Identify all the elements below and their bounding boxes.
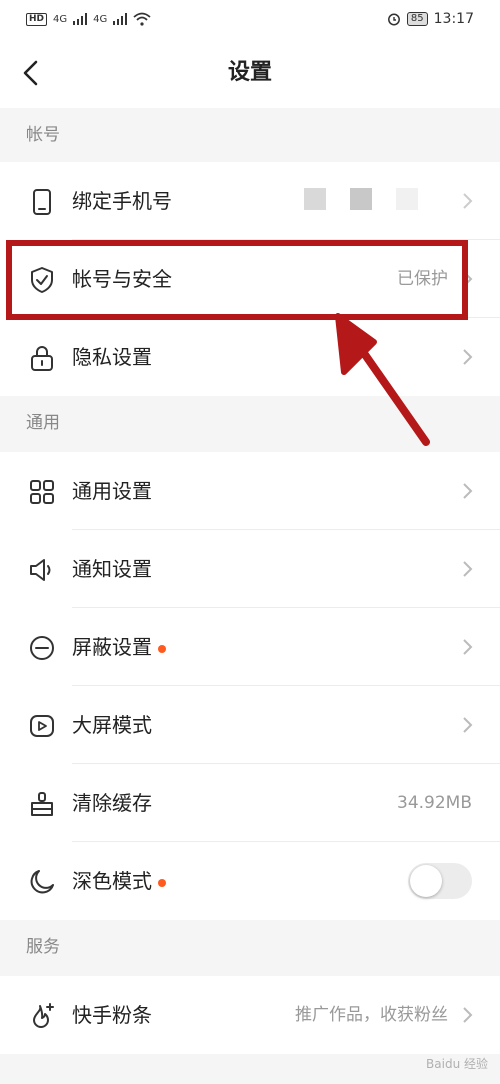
row-label: 屏蔽设置 [72,608,166,686]
chevron-right-icon [463,193,473,209]
signal-icon-2: 4G [93,13,108,25]
speaker-icon [30,559,51,581]
minus-circle-icon [30,636,54,660]
signal-bars-icon [73,13,88,25]
notification-dot [158,644,166,653]
row-bind-phone[interactable]: 绑定手机号 [0,162,500,240]
cache-size: 34.92MB [397,793,472,813]
row-privacy[interactable]: 隐私设置 [0,318,500,396]
row-big-screen[interactable]: 大屏模式 [0,686,500,764]
battery-indicator: 85 [406,12,428,26]
row-label: 快手粉条 [72,1003,152,1027]
chevron-right-icon [463,717,473,733]
row-clear-cache[interactable]: 清除缓存 34.92MB [0,764,500,842]
masked-phone-number [304,188,418,210]
wifi-icon [133,12,151,26]
row-label: 通知设置 [72,557,152,581]
hd-indicator: HD [26,12,48,26]
brush-icon [31,792,53,816]
highlight-box-annotation [6,240,468,320]
section-label-general: 通用 [0,396,500,450]
header-bar: 设置 [0,38,500,108]
phone-icon [33,189,51,215]
flame-plus-icon [33,1003,54,1028]
moon-icon [30,870,54,894]
watermark: Baidu 经验 [426,1057,488,1071]
row-label: 通用设置 [72,479,152,503]
signal-bars-icon [113,13,128,25]
grid-icon [30,480,54,504]
chevron-right-icon [463,561,473,577]
section-label-services: 服务 [0,920,500,974]
row-label: 绑定手机号 [72,189,172,213]
signal-icon-1: 4G [53,13,68,25]
chevron-right-icon [463,349,473,365]
dark-mode-toggle[interactable] [408,863,472,899]
row-block-settings[interactable]: 屏蔽设置 [0,608,500,686]
chevron-right-icon [463,483,473,499]
row-label: 隐私设置 [72,345,152,369]
section-label-account: 帐号 [0,108,500,162]
row-dark-mode[interactable]: 深色模式 [0,842,500,920]
chevron-right-icon [463,639,473,655]
alarm-icon [387,13,400,26]
status-bar: HD 4G 4G 85 13:17 [0,0,500,38]
row-label: 大屏模式 [72,713,152,737]
page-title: 设置 [227,60,272,85]
row-label: 清除缓存 [72,791,152,815]
row-general-settings[interactable]: 通用设置 [0,452,500,530]
row-value: 推广作品，收获粉丝 [295,1005,448,1025]
lock-icon [31,346,53,371]
row-notifications[interactable]: 通知设置 [0,530,500,608]
back-arrow-icon[interactable] [18,58,44,88]
play-icon [30,715,54,737]
notification-dot [158,878,166,887]
row-kuaishou-fans[interactable]: 快手粉条 推广作品，收获粉丝 [0,976,500,1054]
row-label: 深色模式 [72,842,166,920]
clock: 13:17 [433,11,474,27]
chevron-right-icon [463,1007,473,1023]
